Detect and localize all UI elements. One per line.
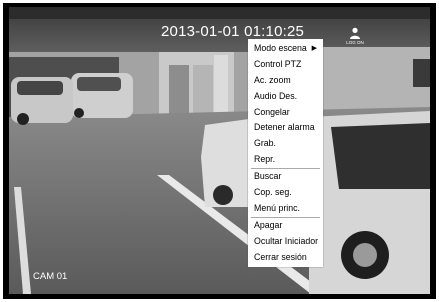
menu-item-backup[interactable]: Cop. seg. xyxy=(248,185,323,201)
menu-item-scene-mode[interactable]: Modo escena ▶ xyxy=(248,41,323,57)
camera-feed[interactable] xyxy=(9,7,430,294)
menu-item-label: Cerrar sesión xyxy=(254,251,307,262)
menu-item-label: Menú princ. xyxy=(254,202,300,213)
menu-item-ptz-control[interactable]: Control PTZ xyxy=(248,57,323,73)
menu-item-shutdown[interactable]: Apagar xyxy=(248,218,323,234)
user-icon xyxy=(350,27,360,39)
menu-item-label: Control PTZ xyxy=(254,58,302,69)
menu-item-zoom[interactable]: Ac. zoom xyxy=(248,73,323,89)
menu-item-label: Audio Des. xyxy=(254,90,298,101)
menu-item-label: Buscar xyxy=(254,171,282,182)
menu-item-logout[interactable]: Cerrar sesión xyxy=(248,250,323,266)
menu-item-label: Repr. xyxy=(254,154,276,165)
parking-garage-scene xyxy=(9,7,430,294)
menu-item-main-menu[interactable]: Menú princ. xyxy=(248,201,323,217)
menu-item-label: Ocultar Iniciador xyxy=(254,235,319,246)
login-label: LOG ON xyxy=(346,40,364,45)
menu-item-record[interactable]: Grab. xyxy=(248,136,323,152)
menu-item-label: Grab. xyxy=(254,138,277,149)
menu-item-freeze[interactable]: Congelar xyxy=(248,105,323,121)
triangle-right-icon: ▶ xyxy=(311,45,317,52)
menu-item-hide-launcher[interactable]: Ocultar Iniciador xyxy=(248,234,323,250)
menu-item-label: Ac. zoom xyxy=(254,74,291,85)
menu-item-label: Cop. seg. xyxy=(254,187,292,198)
video-viewer: 2013-01-01 01:10:25 LOG ON CAM 01 xyxy=(3,3,436,299)
login-button[interactable]: LOG ON xyxy=(341,27,369,47)
menu-item-stop-alarm[interactable]: Detener alarma xyxy=(248,120,323,136)
menu-item-label: Apagar xyxy=(254,219,283,230)
timestamp-display: 2013-01-01 01:10:25 xyxy=(161,23,305,40)
camera-label: CAM 01 xyxy=(33,271,68,282)
context-menu: Modo escena ▶ Control PTZ Ac. zoom Audio… xyxy=(248,39,323,268)
menu-item-label: Congelar xyxy=(254,106,290,117)
menu-item-label: Detener alarma xyxy=(254,122,315,133)
menu-item-search[interactable]: Buscar xyxy=(248,169,323,185)
menu-item-playback[interactable]: Repr. xyxy=(248,152,323,168)
menu-item-label: Modo escena xyxy=(254,43,307,53)
menu-item-audio-off[interactable]: Audio Des. xyxy=(248,89,323,105)
